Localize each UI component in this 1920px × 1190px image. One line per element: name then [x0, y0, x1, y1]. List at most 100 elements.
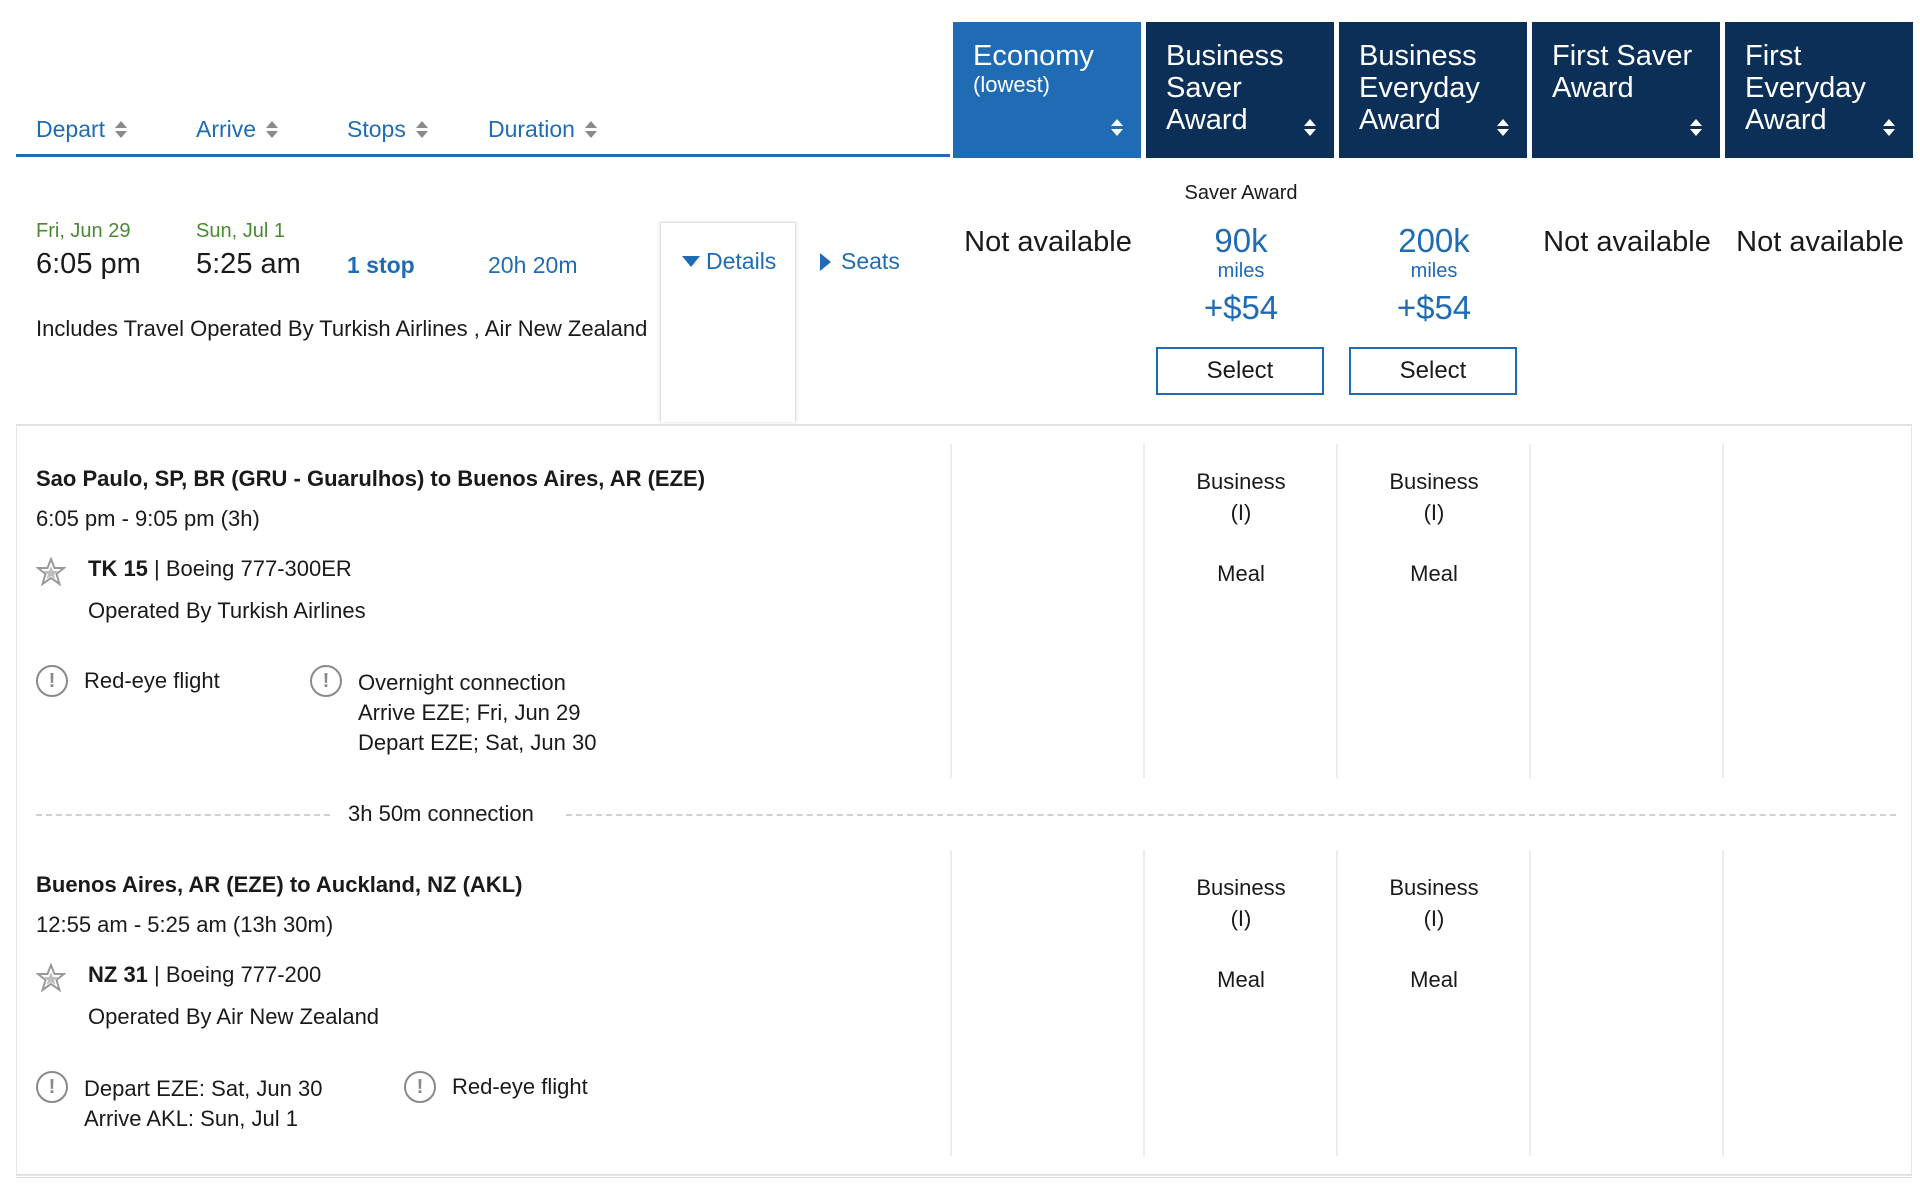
sort-depart-label: Depart [36, 116, 106, 142]
sort-arrows-icon [1111, 119, 1123, 136]
caret-down-icon [682, 256, 700, 267]
alert-line: Depart EZE; Sat, Jun 30 [358, 730, 597, 755]
seats-toggle[interactable]: Seats [820, 248, 900, 275]
sort-arrows-icon [1497, 119, 1509, 136]
cabin-business-everyday: Business (I) Meal [1339, 872, 1529, 995]
flight-details-panel [16, 424, 1912, 1176]
alert-line: Arrive EZE; Fri, Jun 29 [358, 700, 581, 725]
arrive-time: 5:25 am [196, 248, 301, 280]
select-business-everyday-button[interactable]: Select [1349, 347, 1517, 395]
cabin-business-everyday: Business (I) Meal [1339, 466, 1529, 589]
miles-unit: miles [1410, 260, 1458, 282]
depart-time: 6:05 pm [36, 248, 141, 280]
first-everyday-price: Not available [1736, 226, 1904, 258]
segment-times: 6:05 pm - 9:05 pm (3h) [36, 506, 260, 531]
includes-operators: Includes Travel Operated By Turkish Airl… [36, 316, 648, 341]
meal-label: Meal [1410, 561, 1458, 586]
sort-arrows-icon [1883, 119, 1895, 136]
fee-amount: +$54 [1203, 289, 1279, 326]
fare-header-business-everyday[interactable]: Business Everyday Award [1339, 22, 1527, 158]
first-saver-price: Not available [1543, 226, 1711, 258]
alert-red-eye: Red-eye flight [84, 668, 220, 693]
fare-header-line: Business [1359, 40, 1477, 72]
miles-unit: miles [1217, 260, 1265, 282]
sort-arrive[interactable]: Arrive [196, 116, 279, 143]
details-toggle[interactable]: Details [682, 248, 776, 275]
economy-price: Not available [964, 226, 1132, 258]
arrive-date: Sun, Jul 1 [196, 220, 285, 242]
miles-amount: 90k [1214, 222, 1268, 259]
operated-by: Operated By Air New Zealand [88, 1004, 380, 1029]
sort-duration[interactable]: Duration [488, 116, 597, 143]
meal-label: Meal [1217, 967, 1265, 992]
segment-route: Sao Paulo, SP, BR (GRU - Guarulhos) to B… [36, 466, 706, 491]
cabin-name: Business [1196, 469, 1286, 494]
fare-header-line: Everyday [1359, 72, 1480, 104]
column-divider [1336, 444, 1338, 778]
column-divider [1529, 850, 1531, 1156]
fare-header-subtitle: (lowest) [973, 72, 1051, 97]
fare-header-line: Saver [1166, 72, 1242, 104]
column-divider [1529, 444, 1531, 778]
alert-icon: ! [404, 1071, 436, 1103]
cabin-code: (I) [1230, 906, 1252, 931]
depart-date: Fri, Jun 29 [36, 220, 131, 242]
column-divider [1143, 850, 1145, 1156]
alert-line: Arrive AKL: Sun, Jul 1 [84, 1106, 298, 1131]
details-label: Details [706, 248, 777, 274]
fare-header-line: Award [1359, 104, 1441, 136]
star-alliance-icon [36, 557, 66, 587]
column-divider [950, 444, 952, 778]
column-divider [1336, 850, 1338, 1156]
saver-award-label: Saver Award [1184, 182, 1298, 204]
sort-arrows-icon [415, 121, 428, 138]
flight-number: NZ 31 [88, 962, 148, 987]
alert-icon: ! [36, 1071, 68, 1103]
alert-red-eye: Red-eye flight [452, 1074, 588, 1099]
sort-arrive-label: Arrive [196, 116, 257, 142]
fare-header-line: Award [1166, 104, 1248, 136]
fare-header-line: Award [1552, 72, 1634, 104]
sort-arrows-icon [115, 121, 128, 138]
alert-line: Depart EZE: Sat, Jun 30 [84, 1076, 323, 1101]
alert-depart-arrive: Depart EZE: Sat, Jun 30 Arrive AKL: Sun,… [84, 1074, 322, 1134]
aircraft-type: | Boeing 777-200 [154, 962, 322, 987]
fare-header-business-saver[interactable]: Business Saver Award [1146, 22, 1334, 158]
sort-arrows-icon [266, 121, 279, 138]
alert-icon: ! [310, 665, 342, 697]
meal-label: Meal [1217, 561, 1265, 586]
fare-header-first-saver[interactable]: First Saver Award [1532, 22, 1720, 158]
duration-value: 20h 20m [488, 252, 578, 278]
fare-header-line: Business [1166, 40, 1284, 72]
stops-link[interactable]: 1 stop [347, 252, 415, 279]
operated-by: Operated By Turkish Airlines [88, 598, 366, 623]
cabin-name: Business [1389, 875, 1479, 900]
business-everyday-price: 200k miles +$54 [1339, 222, 1529, 327]
cabin-name: Business [1196, 875, 1286, 900]
sort-depart[interactable]: Depart [36, 116, 128, 143]
fare-header-line: Award [1745, 104, 1827, 136]
connection-divider [36, 814, 330, 816]
miles-amount: 200k [1398, 222, 1470, 259]
fee-amount: +$54 [1396, 289, 1472, 326]
fare-header-first-everyday[interactable]: First Everyday Award [1725, 22, 1913, 158]
fare-header-economy[interactable]: Economy (lowest) [953, 22, 1141, 158]
sort-arrows-icon [1304, 119, 1316, 136]
cabin-code: (I) [1230, 500, 1252, 525]
sort-stops[interactable]: Stops [347, 116, 428, 143]
alert-overnight-connection: Overnight connection Arrive EZE; Fri, Ju… [358, 668, 596, 758]
cabin-business-saver: Business (I) Meal [1146, 872, 1336, 995]
select-business-saver-button[interactable]: Select [1156, 347, 1324, 395]
sort-stops-label: Stops [347, 116, 406, 142]
alert-line: Overnight connection [358, 670, 566, 695]
segment-route: Buenos Aires, AR (EZE) to Auckland, NZ (… [36, 872, 523, 897]
column-divider [1143, 444, 1145, 778]
fare-header-title: Economy [973, 40, 1094, 72]
seats-label: Seats [841, 248, 900, 274]
fare-header-line: First [1745, 40, 1802, 72]
sort-arrows-icon [584, 121, 597, 138]
cabin-code: (I) [1423, 906, 1445, 931]
connection-time: 3h 50m connection [348, 801, 534, 826]
sort-arrows-icon [1690, 119, 1702, 136]
aircraft-type: | Boeing 777-300ER [154, 556, 352, 581]
